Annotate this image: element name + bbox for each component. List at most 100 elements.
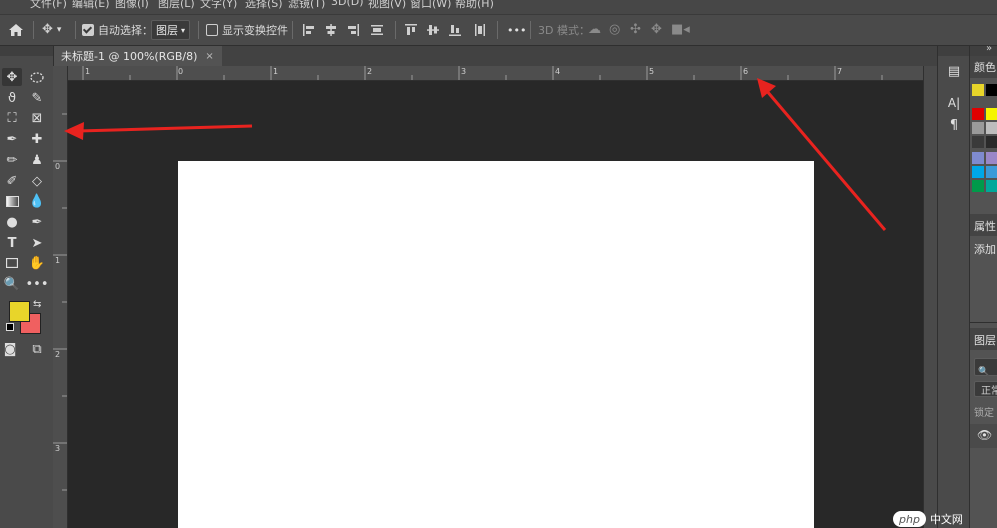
move-tool-icon[interactable]: ✥ [2,68,22,86]
color-swatch[interactable] [986,108,997,120]
pen-tool-icon[interactable]: ✒ [27,213,47,231]
align-right-icon[interactable] [347,15,359,45]
search-icon: 🔍 [978,367,990,377]
color-swatch[interactable] [986,166,997,178]
hand-tool-icon[interactable]: ✋ [27,254,47,272]
more-options-label: ••• [507,23,527,37]
paragraph-panel-icon[interactable]: ¶ [938,118,970,133]
collapse-icon[interactable]: » [986,43,992,54]
align-vcenter-icon[interactable] [427,15,439,45]
home-icon[interactable] [8,15,24,45]
menu-filter[interactable]: 滤镜(T) [288,0,325,11]
3d-roll-icon[interactable]: ◎ [609,15,620,45]
zoom-tool-icon[interactable]: 🔍 [2,275,22,293]
menu-image[interactable]: 图像(I) [115,0,149,11]
separator [292,21,293,39]
healing-brush-tool-icon[interactable]: ✚ [27,130,47,148]
properties-panel-title[interactable]: 属性 [974,218,996,234]
screen-mode-icon[interactable]: ⧉ [27,340,47,358]
color-swatch[interactable] [986,152,997,164]
document-tab[interactable]: 未标题-1 @ 100%(RGB/8) × [53,46,222,66]
more-tools-icon[interactable]: ••• [26,275,49,293]
rectangle-tool-icon[interactable] [2,254,22,272]
visibility-eye-icon[interactable]: 👁 [977,428,992,442]
menu-layer[interactable]: 图层(L) [158,0,195,11]
3d-slide-icon[interactable]: ✥ [651,15,662,45]
move-tool-preset-icon[interactable]: ✥ ▾ [42,15,61,45]
vertical-ruler[interactable]: 0 1 2 3 [53,66,68,528]
3d-camera-icon[interactable]: ■◂ [671,15,690,45]
path-selection-tool-icon[interactable]: ➤ [27,234,47,252]
color-swatch[interactable] [986,122,997,134]
show-transform-checkbox[interactable]: 显示变换控件 [206,15,288,45]
3d-mode-label: 3D 模式： [538,24,590,37]
menu-help[interactable]: 帮助(H) [455,0,494,11]
menu-3d[interactable]: 3D(D) [331,0,364,8]
brush-tool-icon[interactable]: ✏ [2,151,22,169]
dodge-tool-icon[interactable]: ● [2,213,22,231]
lasso-tool-icon[interactable]: ϑ [2,89,22,107]
gradient-tool-icon[interactable] [2,192,22,210]
frame-tool-icon[interactable]: ⊠ [27,109,47,127]
menu-window[interactable]: 窗口(W) [410,0,451,11]
eraser-tool-icon[interactable]: ◇ [27,172,47,190]
color-swatch[interactable] [986,84,997,96]
color-swatch[interactable] [972,152,984,164]
watermark-text: 中文网 [929,513,963,526]
distribute-icon[interactable] [371,15,383,45]
color-panel-title[interactable]: 颜色 [974,59,996,75]
checkbox-unchecked-icon[interactable] [206,24,218,36]
crop-tool-icon[interactable]: ⛶ [2,109,22,127]
type-tool-icon[interactable]: T [2,234,22,252]
menu-select[interactable]: 选择(S) [245,0,283,11]
blend-mode-dropdown[interactable]: 正常 [974,381,997,397]
color-swatch[interactable] [972,108,984,120]
divider [970,322,997,323]
foreground-color-swatch[interactable] [9,301,30,322]
layer-filter-search[interactable]: 🔍 [974,358,997,377]
show-transform-label: 显示变换控件 [222,24,288,37]
align-top-icon[interactable] [405,15,417,45]
color-swatch[interactable] [972,136,984,148]
swap-colors-icon[interactable]: ⇆ [33,299,41,310]
color-swatch[interactable] [972,84,984,96]
checkbox-checked-icon[interactable] [82,24,94,36]
close-icon[interactable]: × [205,51,213,62]
distribute-vertical-icon[interactable] [474,15,486,45]
horizontal-ruler[interactable]: 1 0 1 2 3 4 5 6 7 [67,66,923,81]
layers-panel-title[interactable]: 图层 [974,332,996,348]
color-swatch[interactable] [986,136,997,148]
more-options-button[interactable]: ••• [507,15,526,45]
ellipse-marquee-tool-icon[interactable] [27,68,47,86]
character-panel-icon[interactable]: A| [938,96,970,110]
eyedropper-tool-icon[interactable]: ✒ [2,130,22,148]
auto-select-dropdown[interactable]: 图层 ▾ [151,15,191,45]
default-colors-icon[interactable] [6,323,14,331]
align-bottom-icon[interactable] [449,15,461,45]
document-canvas[interactable] [178,161,814,528]
align-left-icon[interactable] [303,15,315,45]
menu-edit[interactable]: 编辑(E) [72,0,110,11]
layer-row[interactable]: 👁 [970,424,997,448]
3d-orbit-icon[interactable]: ☁ [588,15,601,45]
history-panel-icon[interactable]: ▤ [938,64,970,79]
quick-selection-tool-icon[interactable]: ✎ [27,89,47,107]
auto-select-checkbox[interactable]: 自动选择： [82,15,153,45]
separator [33,21,34,39]
blur-tool-icon[interactable]: 💧 [27,192,47,210]
align-hcenter-icon[interactable] [325,15,337,45]
color-swatch[interactable] [986,180,997,192]
vertical-scrollbar[interactable] [923,66,938,528]
color-swatch[interactable] [972,180,984,192]
color-swatch[interactable] [972,122,984,134]
color-swatch[interactable] [972,166,984,178]
menu-view[interactable]: 视图(V) [368,0,406,11]
quick-mask-icon[interactable]: ◙ [0,340,20,358]
menu-file[interactable]: 文件(F) [30,0,67,11]
panels-header [970,46,997,56]
panel-strip-header [938,46,970,56]
history-brush-tool-icon[interactable]: ✐ [2,172,22,190]
clone-stamp-tool-icon[interactable]: ♟ [27,151,47,169]
3d-pan-icon[interactable]: ✣ [630,15,641,45]
menu-type[interactable]: 文字(Y) [200,0,237,11]
